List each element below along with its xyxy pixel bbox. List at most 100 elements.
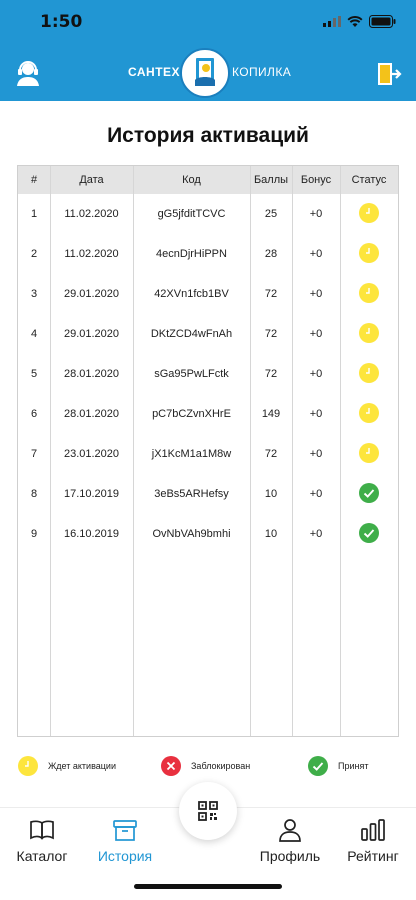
cell-points: 72 bbox=[264, 288, 278, 300]
cell-date: 23.01.2020 bbox=[63, 448, 120, 460]
archive-icon bbox=[113, 820, 137, 841]
cell-number: 1 bbox=[30, 208, 38, 220]
battery-icon bbox=[369, 15, 396, 28]
table-row: 7 23.01.2020 jX1KcM1a1M8w 72 +0 bbox=[18, 434, 398, 474]
support-icon bbox=[17, 61, 39, 86]
cell-bonus: +0 bbox=[309, 328, 323, 340]
cell-bonus: +0 bbox=[309, 248, 323, 260]
logout-icon bbox=[378, 63, 402, 85]
cell-code: OvNbVAh9bmhi bbox=[152, 528, 231, 540]
cell-code: sGa95PwLFctk bbox=[154, 368, 229, 380]
cell-bonus: +0 bbox=[309, 528, 323, 540]
user-icon bbox=[279, 819, 301, 842]
cell-date: 16.10.2019 bbox=[63, 528, 120, 540]
cell-number: 3 bbox=[30, 288, 38, 300]
close-icon bbox=[161, 756, 181, 776]
cell-points: 28 bbox=[264, 248, 278, 260]
legend-blocked: Заблокирован bbox=[161, 755, 250, 777]
tab-profile-label: Профиль bbox=[259, 848, 321, 864]
table-row: 9 16.10.2019 OvNbVAh9bmhi 10 +0 bbox=[18, 514, 398, 554]
cell-number: 9 bbox=[30, 528, 38, 540]
header-points: Баллы bbox=[253, 174, 289, 186]
cell-code: 42XVn1fcb1BV bbox=[154, 288, 229, 300]
support-button[interactable] bbox=[14, 59, 42, 87]
clock-icon bbox=[359, 283, 379, 303]
cell-number: 6 bbox=[30, 408, 38, 420]
cell-date: 29.01.2020 bbox=[63, 288, 120, 300]
check-icon bbox=[359, 523, 379, 543]
cell-bonus: +0 bbox=[309, 448, 323, 460]
cell-bonus: +0 bbox=[309, 208, 323, 220]
table-row: 5 28.01.2020 sGa95PwLFctk 72 +0 bbox=[18, 354, 398, 394]
header-status: Статус bbox=[351, 174, 387, 186]
cell-code: gG5jfditTCVC bbox=[157, 208, 226, 220]
header-date: Дата bbox=[79, 174, 104, 186]
clock-icon bbox=[359, 243, 379, 263]
check-icon bbox=[359, 483, 379, 503]
check-icon bbox=[308, 756, 328, 776]
clock-icon bbox=[18, 756, 38, 776]
table-row: 2 11.02.2020 4ecnDjrHiPPN 28 +0 bbox=[18, 234, 398, 274]
cell-bonus: +0 bbox=[309, 288, 323, 300]
header-code: Код bbox=[182, 174, 201, 186]
qr-scan-button[interactable] bbox=[179, 782, 237, 840]
cell-code: jX1KcM1a1M8w bbox=[151, 448, 232, 460]
cell-number: 2 bbox=[30, 248, 38, 260]
cell-points: 149 bbox=[261, 408, 281, 420]
wifi-icon bbox=[347, 15, 363, 27]
cell-code: pC7bCZvnXHrE bbox=[152, 408, 231, 420]
cell-bonus: +0 bbox=[309, 368, 323, 380]
bar-chart-icon bbox=[361, 819, 385, 841]
cell-points: 72 bbox=[264, 448, 278, 460]
tab-profile[interactable]: Профиль bbox=[245, 818, 335, 864]
cell-date: 17.10.2019 bbox=[63, 488, 120, 500]
cell-code: DKtZCD4wFnAh bbox=[150, 328, 233, 340]
legend-pending: Ждет активации bbox=[18, 755, 116, 777]
logout-button[interactable] bbox=[376, 61, 402, 87]
cell-points: 72 bbox=[264, 328, 278, 340]
home-indicator bbox=[134, 884, 282, 889]
legend-accepted: Принят bbox=[308, 755, 368, 777]
signal-icon bbox=[323, 16, 341, 27]
cell-points: 25 bbox=[264, 208, 278, 220]
cell-date: 29.01.2020 bbox=[63, 328, 120, 340]
cell-date: 11.02.2020 bbox=[64, 248, 119, 260]
legend-blocked-label: Заблокирован bbox=[191, 761, 251, 771]
logo-icon bbox=[180, 48, 230, 98]
cell-number: 7 bbox=[30, 448, 38, 460]
table-row: 6 28.01.2020 pC7bCZvnXHrE 149 +0 bbox=[18, 394, 398, 434]
cell-code: 3eBs5ARHefsy bbox=[154, 488, 229, 500]
legend-pending-label: Ждет активации bbox=[48, 761, 116, 771]
cell-points: 10 bbox=[264, 528, 278, 540]
qr-code-icon bbox=[198, 801, 218, 821]
clock-icon bbox=[359, 363, 379, 383]
cell-points: 10 bbox=[264, 488, 278, 500]
table-row: 8 17.10.2019 3eBs5ARHefsy 10 +0 bbox=[18, 474, 398, 514]
cell-bonus: +0 bbox=[309, 408, 323, 420]
cell-points: 72 bbox=[264, 368, 278, 380]
table-row: 3 29.01.2020 42XVn1fcb1BV 72 +0 bbox=[18, 274, 398, 314]
tab-history-label: История bbox=[97, 848, 153, 864]
cell-bonus: +0 bbox=[309, 488, 323, 500]
cell-date: 11.02.2020 bbox=[64, 208, 119, 220]
tab-rating-label: Рейтинг bbox=[347, 848, 399, 864]
book-icon bbox=[30, 820, 54, 840]
tab-catalog[interactable]: Каталог bbox=[0, 818, 87, 864]
cell-date: 28.01.2020 bbox=[63, 408, 120, 420]
app-header: 1:50 САНТЕХ КОПИЛКА bbox=[0, 0, 416, 101]
header-bonus: Бонус bbox=[300, 174, 332, 186]
table-row: 4 29.01.2020 DKtZCD4wFnAh 72 +0 bbox=[18, 314, 398, 354]
page-title: История активаций bbox=[107, 124, 309, 147]
status-time: 1:50 bbox=[40, 12, 83, 32]
brand-logo: САНТЕХ КОПИЛКА bbox=[128, 48, 298, 98]
cell-number: 8 bbox=[30, 488, 38, 500]
cell-date: 28.01.2020 bbox=[63, 368, 120, 380]
clock-icon bbox=[359, 403, 379, 423]
table-row: 1 11.02.2020 gG5jfditTCVC 25 +0 bbox=[18, 194, 398, 234]
clock-icon bbox=[359, 203, 379, 223]
tab-catalog-label: Каталог bbox=[16, 848, 68, 864]
brand-name-left: САНТЕХ bbox=[128, 65, 181, 79]
tab-rating[interactable]: Рейтинг bbox=[328, 818, 416, 864]
tab-history[interactable]: История bbox=[80, 818, 170, 864]
brand-name-right: КОПИЛКА bbox=[232, 65, 292, 79]
